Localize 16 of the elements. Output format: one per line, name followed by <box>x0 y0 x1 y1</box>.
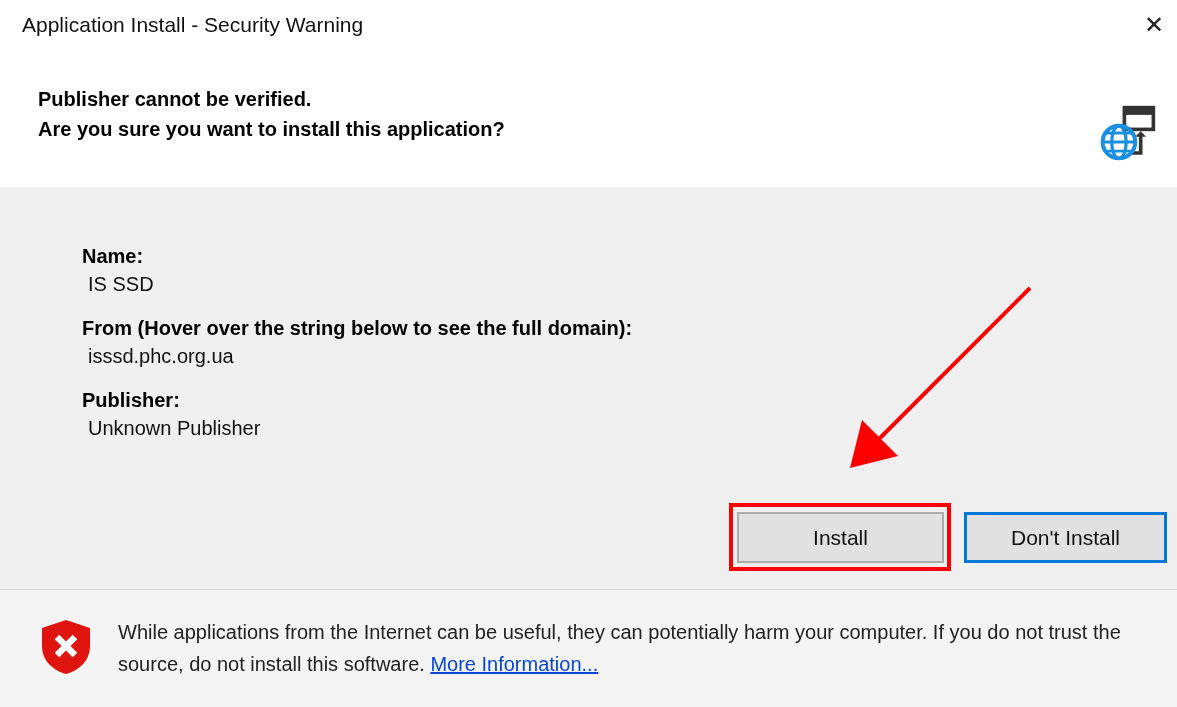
shield-error-icon <box>40 618 92 676</box>
warning-heading: Publisher cannot be verified. <box>38 87 313 112</box>
window-title: Application Install - Security Warning <box>22 13 364 37</box>
globe-upload-icon <box>1099 104 1157 162</box>
install-button[interactable]: Install <box>737 512 944 563</box>
dont-install-button[interactable]: Don't Install <box>964 512 1167 563</box>
detail-label: Name: <box>82 244 145 269</box>
detail-value: IS SSD <box>87 272 155 297</box>
warning-text: While applications from the Internet can be useful, they can potentially harm your computer. If you do not trust the source, do not install this software. More Information... <box>118 620 1122 677</box>
detail-value: isssd.phc.org.ua <box>87 344 235 369</box>
detail-label: From (Hover over the string below to see the full domain): <box>82 316 634 341</box>
detail-label: Publisher: <box>82 388 181 413</box>
detail-value: Unknown Publisher <box>87 416 262 441</box>
close-button[interactable]: ✕ <box>1131 2 1177 48</box>
warning-heading: Are you sure you want to install this application? <box>38 117 505 142</box>
more-information-link[interactable]: More Information... <box>430 653 599 675</box>
